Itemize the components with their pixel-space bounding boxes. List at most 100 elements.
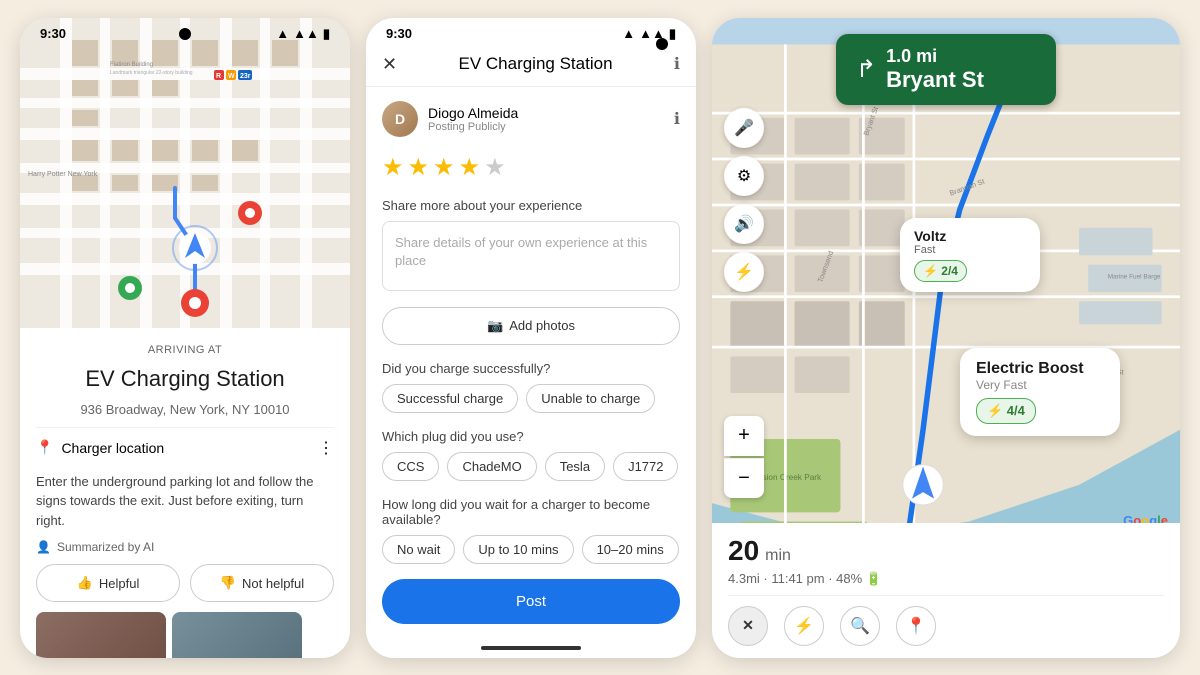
svg-text:Harry Potter New York: Harry Potter New York — [28, 171, 98, 178]
add-photos-label: Add photos — [509, 318, 575, 333]
nav-pin-button[interactable]: 📍 — [896, 606, 936, 646]
panel2-header: ✕ EV Charging Station ℹ — [366, 46, 696, 87]
panel2-title: EV Charging Station — [397, 54, 674, 74]
flash-button[interactable]: ⚡ — [724, 252, 764, 292]
panel-map-location: 9:30 ▲ ▲▲ ▮ — [20, 18, 350, 658]
experience-textarea[interactable]: Share details of your own experience at … — [382, 221, 680, 291]
chip-no-wait[interactable]: No wait — [382, 535, 455, 564]
star-3[interactable]: ★ — [433, 153, 455, 182]
panel-review-form: 9:30 ▲ ▲▲ ▮ ✕ EV Charging Station ℹ D Di… — [366, 18, 696, 658]
ai-icon: 👤 — [36, 540, 51, 554]
reviewer-row: D Diogo Almeida Posting Publicly ℹ — [382, 101, 680, 137]
map-preview: Harry Potter New York Flatiron Building … — [20, 18, 350, 328]
nav-route-button[interactable]: ⚡ — [784, 606, 824, 646]
nav-time-unit: min — [765, 547, 791, 565]
charge-section: Did you charge successfully? Successful … — [382, 361, 680, 413]
charger-description: Enter the underground parking lot and fo… — [36, 472, 334, 531]
volume-button[interactable]: 🔊 — [724, 204, 764, 244]
direction-distance: 1.0 mi — [886, 46, 984, 67]
direction-street: Bryant St — [886, 67, 984, 93]
settings-button[interactable]: ⚙ — [724, 156, 764, 196]
experience-section: Share more about your experience Share d… — [382, 198, 680, 291]
location-card: ARRIVING AT EV Charging Station 936 Broa… — [20, 328, 350, 658]
star-1[interactable]: ★ — [382, 153, 404, 182]
chip-ccs[interactable]: CCS — [382, 452, 439, 481]
camera-icon: 📷 — [487, 318, 503, 334]
more-options-icon[interactable]: ⋮ — [318, 438, 334, 458]
svg-text:Marine Fuel Barge: Marine Fuel Barge — [1108, 273, 1161, 280]
photos-row — [36, 612, 334, 657]
chip-unable-to-charge[interactable]: Unable to charge — [526, 384, 655, 413]
time-1: 9:30 — [40, 26, 66, 41]
status-icons-2: ▲ ▲▲ ▮ — [622, 26, 676, 42]
voltz-bubble[interactable]: Voltz Fast ⚡ 2/4 — [900, 218, 1040, 292]
review-scroll: D Diogo Almeida Posting Publicly ℹ ★ ★ ★… — [366, 87, 696, 571]
home-indicator-2 — [481, 646, 581, 650]
eb-sub: Very Fast — [976, 378, 1104, 392]
photo-thumb-1[interactable] — [36, 612, 166, 657]
svg-text:Flatiron Building: Flatiron Building — [110, 62, 153, 68]
zoom-out-button[interactable]: − — [724, 458, 764, 498]
charger-location-label: Charger location — [61, 440, 164, 456]
wifi-icon-2: ▲ — [622, 26, 635, 41]
panel-navigation: Mission Creek Park Mission Bay Kids' Par… — [712, 18, 1180, 658]
star-2[interactable]: ★ — [408, 153, 430, 182]
station-address: 936 Broadway, New York, NY 10010 — [36, 402, 334, 417]
voltz-availability: ⚡ 2/4 — [914, 260, 967, 282]
stars-row[interactable]: ★ ★ ★ ★ ★ — [382, 153, 680, 182]
nav-time: 20 — [728, 535, 759, 567]
wait-section: How long did you wait for a charger to b… — [382, 497, 680, 571]
reviewer-name: Diogo Almeida — [428, 105, 518, 121]
reviewer-info: D Diogo Almeida Posting Publicly — [382, 101, 518, 137]
direction-info: 1.0 mi Bryant St — [886, 46, 984, 93]
nav-bottom-bar: 20 min 4.3mi · 11:41 pm · 48% 🔋 ✕ ⚡ 🔍 📍 — [712, 523, 1180, 658]
post-button[interactable]: Post — [382, 579, 680, 624]
chip-successful-charge[interactable]: Successful charge — [382, 384, 518, 413]
thumbs-up-icon: 👍 — [77, 575, 93, 591]
chip-tesla[interactable]: Tesla — [545, 452, 605, 481]
nav-map: Mission Creek Park Mission Bay Kids' Par… — [712, 18, 1180, 658]
star-5[interactable]: ★ — [484, 153, 506, 182]
chip-up-to-10[interactable]: Up to 10 mins — [463, 535, 573, 564]
close-button[interactable]: ✕ — [382, 55, 397, 73]
station-name-p1: EV Charging Station — [36, 366, 334, 392]
voltz-name: Voltz — [914, 228, 1026, 244]
reviewer-info-icon[interactable]: ℹ — [674, 109, 680, 129]
location-pin-icon: 📍 — [36, 439, 53, 456]
nav-actions: ✕ ⚡ 🔍 📍 — [728, 595, 1164, 646]
svg-text:Landmark triangular 22-story b: Landmark triangular 22-story building — [110, 70, 193, 76]
nav-search-button[interactable]: 🔍 — [840, 606, 880, 646]
photo-thumb-2[interactable] — [172, 612, 302, 657]
voltz-sub: Fast — [914, 244, 1026, 256]
nav-details: 4.3mi · 11:41 pm · 48% 🔋 — [728, 571, 1164, 587]
chip-chademo[interactable]: ChadeMO — [447, 452, 536, 481]
electric-boost-bubble[interactable]: Electric Boost Very Fast ⚡ 4/4 — [960, 348, 1120, 436]
charge-chips: Successful charge Unable to charge — [382, 384, 680, 413]
chip-j1772[interactable]: J1772 — [613, 452, 678, 481]
eb-availability: ⚡ 4/4 — [976, 398, 1036, 424]
summarized-label: Summarized by AI — [57, 540, 154, 554]
svg-text:R: R — [216, 73, 221, 80]
helpful-button[interactable]: 👍 Helpful — [36, 564, 180, 602]
zoom-in-button[interactable]: + — [724, 416, 764, 456]
chip-10-20[interactable]: 10–20 mins — [582, 535, 679, 564]
info-icon[interactable]: ℹ — [674, 54, 680, 74]
status-bar-1: 9:30 ▲ ▲▲ ▮ — [20, 18, 350, 46]
experience-label: Share more about your experience — [382, 198, 680, 213]
nav-time-row: 20 min — [728, 535, 1164, 567]
star-4[interactable]: ★ — [459, 153, 481, 182]
plug-chips: CCS ChadeMO Tesla J1772 — [382, 452, 680, 481]
charger-location-left: 📍 Charger location — [36, 439, 164, 456]
wifi-icon: ▲ — [276, 26, 289, 41]
microphone-button[interactable]: 🎤 — [724, 108, 764, 148]
reviewer-details: Diogo Almeida Posting Publicly — [428, 105, 518, 133]
signal-icon: ▲▲ — [293, 26, 319, 41]
add-photos-button[interactable]: 📷 Add photos — [382, 307, 680, 345]
svg-text:23r: 23r — [240, 73, 251, 80]
helpful-row: 👍 Helpful 👎 Not helpful — [36, 564, 334, 602]
summarized-row: 👤 Summarized by AI — [36, 540, 334, 554]
not-helpful-button[interactable]: 👎 Not helpful — [190, 564, 334, 602]
zoom-controls: + − — [724, 416, 764, 498]
nav-cancel-button[interactable]: ✕ — [728, 606, 768, 646]
charger-location-row: 📍 Charger location ⋮ — [36, 427, 334, 462]
